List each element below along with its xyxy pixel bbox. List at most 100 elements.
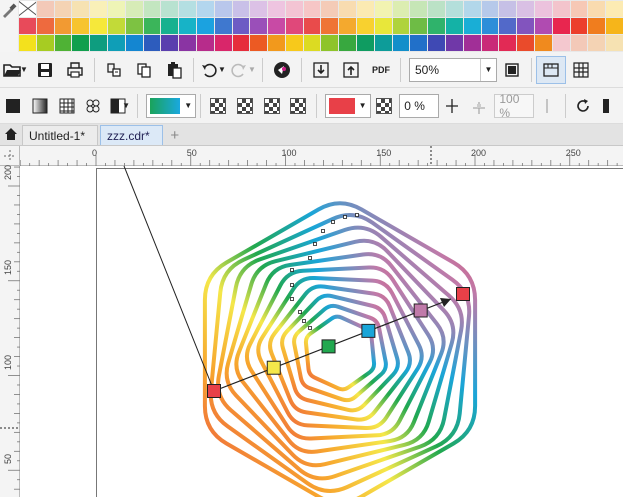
tab-zzz-cdr[interactable]: zzz.cdr*: [100, 125, 163, 145]
palette-swatch[interactable]: [570, 35, 588, 51]
palette-swatch[interactable]: [321, 35, 339, 51]
print-button[interactable]: [60, 56, 90, 84]
palette-swatch[interactable]: [19, 35, 36, 51]
palette-swatch[interactable]: [410, 35, 428, 51]
publish-pdf-button[interactable]: PDF: [366, 56, 396, 84]
fountain-fill-picker[interactable]: ▼: [146, 93, 197, 118]
palette-swatch[interactable]: [72, 35, 90, 51]
spiral-hexagon-group[interactable]: [202, 201, 478, 497]
palette-swatch[interactable]: [125, 1, 143, 17]
palette-swatch[interactable]: [588, 1, 606, 17]
palette-swatch[interactable]: [268, 18, 285, 34]
palette-swatch[interactable]: [36, 18, 54, 34]
artwork[interactable]: [20, 166, 623, 497]
color-node-handle[interactable]: [413, 303, 428, 318]
palette-swatch[interactable]: [285, 18, 303, 34]
palette-swatch[interactable]: [357, 1, 374, 17]
blend-node-marker[interactable]: [298, 310, 302, 314]
new-document-tab-button[interactable]: +: [165, 125, 185, 145]
palette-swatch[interactable]: [303, 1, 321, 17]
palette-swatch[interactable]: [179, 35, 196, 51]
no-color-swatch[interactable]: [19, 1, 36, 17]
palette-swatch[interactable]: [107, 35, 125, 51]
palette-swatch[interactable]: [339, 1, 357, 17]
palette-swatch[interactable]: [552, 1, 570, 17]
palette-swatch[interactable]: [250, 35, 268, 51]
palette-swatch[interactable]: [107, 18, 125, 34]
show-rulers-button[interactable]: [536, 55, 566, 84]
palette-swatch[interactable]: [161, 35, 179, 51]
blend-node-marker[interactable]: [290, 268, 294, 272]
palette-swatch[interactable]: [357, 35, 374, 51]
blend-node-marker[interactable]: [355, 213, 359, 217]
palette-swatch[interactable]: [410, 18, 428, 34]
palette-swatch[interactable]: [552, 18, 570, 34]
palette-swatch[interactable]: [446, 35, 463, 51]
palette-swatch[interactable]: [179, 18, 196, 34]
color-node-handle[interactable]: [361, 323, 376, 338]
palette-swatch[interactable]: [285, 1, 303, 17]
smooth-button[interactable]: [534, 92, 561, 120]
palette-swatch[interactable]: [374, 1, 392, 17]
palette-swatch[interactable]: [214, 18, 232, 34]
palette-swatch[interactable]: [606, 35, 623, 51]
blend-node-marker[interactable]: [331, 220, 335, 224]
palette-swatch[interactable]: [517, 35, 535, 51]
palette-swatch[interactable]: [90, 1, 107, 17]
paste-button[interactable]: [159, 56, 189, 84]
palette-swatch[interactable]: [196, 35, 214, 51]
open-button[interactable]: ▼: [0, 56, 30, 84]
palette-swatch[interactable]: [143, 35, 161, 51]
bitmap-pattern-button[interactable]: [80, 92, 107, 120]
palette-swatch[interactable]: [268, 1, 285, 17]
blend-node-marker[interactable]: [290, 297, 294, 301]
freeze-button[interactable]: [596, 92, 623, 120]
transparency-mode-both[interactable]: [285, 92, 312, 120]
fountain-transparency-button[interactable]: [27, 92, 54, 120]
drawing-canvas[interactable]: [20, 166, 623, 497]
palette-swatch[interactable]: [481, 35, 499, 51]
palette-swatch[interactable]: [54, 18, 72, 34]
cut-button[interactable]: [99, 56, 129, 84]
palette-swatch[interactable]: [214, 35, 232, 51]
palette-swatch[interactable]: [303, 35, 321, 51]
blend-node-marker[interactable]: [308, 256, 312, 260]
palette-swatch[interactable]: [552, 35, 570, 51]
palette-swatch[interactable]: [232, 18, 250, 34]
palette-swatch[interactable]: [588, 35, 606, 51]
palette-swatch[interactable]: [19, 18, 36, 34]
palette-swatch[interactable]: [36, 1, 54, 17]
vector-pattern-button[interactable]: [53, 92, 80, 120]
transparency-mode-fill[interactable]: [232, 92, 259, 120]
palette-swatch[interactable]: [161, 18, 179, 34]
save-button[interactable]: [30, 56, 60, 84]
palette-swatch[interactable]: [463, 18, 481, 34]
two-color-pattern-button[interactable]: ▼: [107, 92, 134, 120]
reverse-transparency-button[interactable]: [570, 92, 597, 120]
blend-node-marker[interactable]: [290, 283, 294, 287]
color-node-handle[interactable]: [456, 287, 470, 301]
palette-swatch[interactable]: [36, 35, 54, 51]
palette-swatch[interactable]: [499, 18, 517, 34]
color-node-handle[interactable]: [266, 360, 281, 375]
horizontal-ruler[interactable]: 0 50 100 150 200 250: [20, 146, 623, 166]
palette-swatch[interactable]: [606, 1, 623, 17]
welcome-screen-tab[interactable]: [0, 123, 22, 145]
tab-untitled-1[interactable]: Untitled-1*: [22, 125, 99, 145]
palette-swatch[interactable]: [570, 1, 588, 17]
palette-swatch[interactable]: [463, 35, 481, 51]
palette-swatch[interactable]: [250, 18, 268, 34]
eyedropper-icon[interactable]: [0, 0, 18, 52]
palette-swatch[interactable]: [268, 35, 285, 51]
palette-swatch[interactable]: [214, 1, 232, 17]
ruler-origin[interactable]: [0, 146, 20, 166]
chevron-down-icon[interactable]: ▼: [184, 101, 192, 110]
palette-swatch[interactable]: [232, 1, 250, 17]
blend-node-marker[interactable]: [308, 326, 312, 330]
undo-button[interactable]: ▼: [198, 56, 228, 84]
palette-swatch[interactable]: [392, 35, 410, 51]
acceleration-button[interactable]: [466, 92, 493, 120]
palette-swatch[interactable]: [54, 1, 72, 17]
palette-swatch[interactable]: [463, 1, 481, 17]
zoom-level-combo[interactable]: 50% ▼: [409, 57, 497, 82]
